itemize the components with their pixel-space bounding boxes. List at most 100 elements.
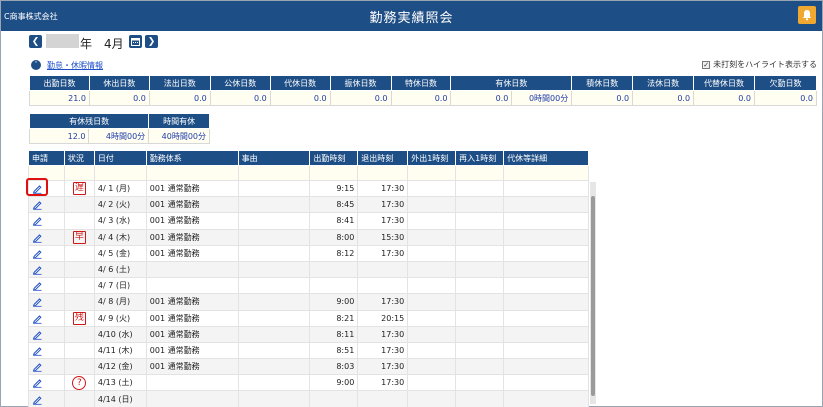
- table-row[interactable]: 残 4/ 9 (火) 001 通常勤務 8:21 20:15: [28, 309, 589, 327]
- selected-row-highlight: [26, 178, 48, 196]
- in1-cell: [455, 260, 505, 279]
- column-header: 代休等詳細: [503, 150, 589, 166]
- clock-out-cell: [357, 277, 409, 295]
- detail-cell: [503, 309, 589, 327]
- summary-header: 公休日数: [209, 75, 271, 91]
- status-cell: [63, 325, 95, 343]
- table-row[interactable]: 4/ 8 (月) 001 通常勤務 9:00 17:30: [28, 293, 589, 311]
- clock-out-cell: [357, 390, 409, 407]
- summary-value: 0.0: [148, 90, 211, 106]
- clock-out-cell: 17:30: [357, 293, 409, 311]
- apply-cell[interactable]: [28, 228, 65, 246]
- table-row[interactable]: 4/ 6 (土): [28, 260, 589, 279]
- clock-in-cell: 8:51: [309, 341, 359, 360]
- apply-cell[interactable]: [28, 358, 65, 376]
- summary-value: 0.0: [390, 90, 452, 106]
- detail-cell: [503, 358, 589, 376]
- apply-cell[interactable]: [28, 374, 65, 392]
- clock-out-cell: 17:30: [357, 179, 409, 198]
- clock-out-cell: 17:30: [357, 212, 409, 230]
- reason-cell: [237, 228, 311, 246]
- apply-cell[interactable]: [28, 341, 65, 360]
- schedule-cell: [145, 277, 239, 295]
- status-cell: [63, 277, 95, 295]
- date-cell: 4/ 8 (月): [93, 293, 147, 311]
- column-header: 日付: [93, 150, 147, 166]
- reason-cell: [237, 196, 311, 214]
- calendar-button[interactable]: [129, 35, 142, 48]
- out1-cell: [407, 244, 457, 262]
- apply-cell[interactable]: [28, 325, 65, 343]
- notification-bell-button[interactable]: [798, 6, 816, 24]
- clock-in-cell: 8:21: [309, 309, 359, 327]
- clock-in-cell: 8:11: [309, 325, 359, 343]
- table-row[interactable]: ? 4/13 (土) 9:00 17:30: [28, 374, 589, 392]
- table-row[interactable]: 4/10 (水) 001 通常勤務 8:11 17:30: [28, 325, 589, 343]
- summary-value: 0.0: [693, 90, 755, 106]
- in1-cell: [455, 293, 505, 311]
- page-title: 勤務実績照会: [369, 11, 454, 26]
- table-row[interactable]: 4/12 (金) 001 通常勤務 8:03 17:30: [28, 358, 589, 376]
- schedule-cell: [145, 390, 239, 407]
- table-row[interactable]: 4/ 2 (火) 001 通常勤務 8:45 17:30: [28, 196, 589, 214]
- apply-cell[interactable]: [28, 309, 65, 327]
- clock-in-cell: 9:00: [309, 374, 359, 392]
- status-cell: 残: [63, 309, 95, 327]
- table-row[interactable]: 4/ 5 (金) 001 通常勤務 8:12 17:30: [28, 244, 589, 262]
- collapse-summary-button[interactable]: ˆ: [31, 60, 41, 70]
- apply-cell[interactable]: [28, 212, 65, 230]
- date-cell: 4/12 (金): [93, 358, 147, 376]
- reason-cell: [237, 341, 311, 360]
- date-cell: 4/10 (水): [93, 325, 147, 343]
- summary-value: 0.0: [329, 90, 392, 106]
- prev-month-button[interactable]: ❮: [29, 35, 42, 48]
- clock-in-cell: [309, 277, 359, 295]
- status-cell: 早: [63, 228, 95, 246]
- reason-cell: [237, 309, 311, 327]
- summary-header: 法出日数: [148, 75, 211, 91]
- column-header: 事由: [237, 150, 311, 166]
- highlight-checkbox[interactable]: ✓: [702, 60, 711, 69]
- next-month-button[interactable]: ❯: [145, 35, 158, 48]
- summary-link[interactable]: 勤怠・休暇情報: [47, 60, 103, 71]
- column-header: 出勤時刻: [309, 150, 359, 166]
- summary-header: 有休残日数: [28, 113, 150, 129]
- reason-cell: [237, 244, 311, 262]
- table-row[interactable]: 4/14 (日): [28, 390, 589, 407]
- apply-cell[interactable]: [28, 277, 65, 295]
- clock-in-cell: 8:45: [309, 196, 359, 214]
- apply-cell[interactable]: [28, 293, 65, 311]
- clock-out-cell: 17:30: [357, 374, 409, 392]
- detail-cell: [503, 260, 589, 279]
- apply-cell[interactable]: [28, 244, 65, 262]
- edit-pencil-icon: [32, 395, 42, 405]
- apply-cell[interactable]: [28, 390, 65, 407]
- schedule-cell: 001 通常勤務: [145, 358, 239, 376]
- clock-out-cell: 15:30: [357, 228, 409, 246]
- summary-header: 振休日数: [329, 75, 392, 91]
- table-row[interactable]: 4/11 (木) 001 通常勤務 8:51 17:30: [28, 341, 589, 360]
- table-scrollbar-thumb[interactable]: [591, 196, 595, 396]
- apply-cell[interactable]: [28, 260, 65, 279]
- reason-cell: [237, 358, 311, 376]
- reason-cell: [237, 390, 311, 407]
- table-row[interactable]: 早 4/ 4 (木) 001 通常勤務 8:00 15:30: [28, 228, 589, 246]
- highlight-toggle[interactable]: ✓ 未打刻をハイライト表示する: [702, 59, 817, 70]
- apply-cell[interactable]: [28, 196, 65, 214]
- summary-value: 21.0: [29, 90, 90, 106]
- status-badge: 早: [72, 230, 86, 244]
- highlight-label: 未打刻をハイライト表示する: [713, 60, 817, 69]
- reason-cell: [237, 179, 311, 198]
- in1-cell: [455, 341, 505, 360]
- summary-header: 代替休日数: [693, 75, 755, 91]
- date-cell: 4/ 4 (木): [93, 228, 147, 246]
- status-cell: [63, 390, 95, 407]
- bell-icon: [803, 10, 811, 21]
- in1-cell: [455, 358, 505, 376]
- chevron-up-icon: ˆ: [34, 61, 38, 69]
- table-row[interactable]: 4/ 7 (日): [28, 277, 589, 295]
- table-row[interactable]: 遅 4/ 1 (月) 001 通常勤務 9:15 17:30: [28, 179, 589, 198]
- column-header: 申請: [28, 150, 65, 166]
- summary-value: 0.0: [88, 90, 150, 106]
- table-row[interactable]: 4/ 3 (水) 001 通常勤務 8:41 17:30: [28, 212, 589, 230]
